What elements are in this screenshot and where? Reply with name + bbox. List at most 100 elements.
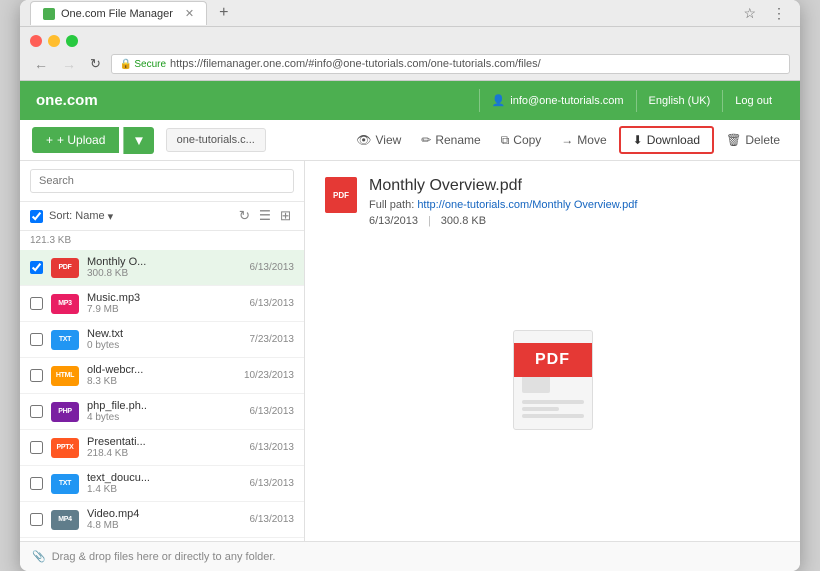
list-item[interactable]: PDF Monthly O... 300.8 KB 6/13/2013 [20, 250, 304, 286]
rename-button[interactable]: ✏ Rename [413, 128, 488, 152]
list-item[interactable]: MP3 Music.mp3 7.9 MB 6/13/2013 [20, 286, 304, 322]
list-item[interactable]: HTML old-webcr... 8.3 KB 10/23/2013 [20, 358, 304, 394]
upload-button[interactable]: + + Upload [32, 127, 119, 153]
file-date: 6/13/2013 [250, 478, 295, 489]
tab-favicon [43, 8, 55, 20]
detail-header: PDF Monthly Overview.pdf Full path: http… [325, 177, 780, 227]
copy-label: Copy [513, 133, 541, 147]
file-info: old-webcr... 8.3 KB [87, 364, 236, 387]
file-list: 121.3 KB PDF Monthly O... 300.8 KB 6/13/… [20, 231, 304, 541]
file-info: New.txt 0 bytes [87, 328, 242, 351]
file-checkbox[interactable] [30, 297, 43, 310]
bookmark-icon[interactable]: ☆ [739, 1, 760, 26]
back-button[interactable]: ← [30, 54, 52, 74]
header-logout[interactable]: Log out [722, 90, 784, 112]
detail-date: 6/13/2013 [369, 215, 418, 227]
select-all-checkbox[interactable] [30, 210, 43, 223]
file-type-badge: PHP [51, 402, 79, 422]
tab-close-button[interactable]: ✕ [185, 7, 194, 20]
delete-icon: 🗑 [726, 133, 741, 147]
list-item[interactable]: MP4 Video.mp4 4.8 MB 6/13/2013 [20, 502, 304, 538]
file-name: New.txt [87, 328, 242, 340]
file-name: Music.mp3 [87, 292, 242, 304]
file-checkbox[interactable] [30, 513, 43, 526]
search-bar [20, 161, 304, 202]
file-checkbox[interactable] [30, 405, 43, 418]
active-tab[interactable]: One.com File Manager ✕ [30, 1, 207, 25]
full-path-url[interactable]: http://one-tutorials.com/Monthly Overvie… [417, 199, 637, 211]
list-item[interactable]: PPTX Presentati... 218.4 KB 6/13/2013 [20, 430, 304, 466]
pdf-line-2 [522, 407, 559, 411]
view-label: View [375, 133, 401, 147]
refresh-button[interactable]: ↻ [86, 54, 105, 74]
detail-path: Full path: http://one-tutorials.com/Mont… [369, 199, 780, 211]
pdf-banner: PDF [514, 343, 592, 377]
maximize-traffic-light[interactable] [66, 35, 78, 47]
header-user[interactable]: 👤 info@one-tutorials.com [479, 89, 636, 112]
file-checkbox[interactable] [30, 441, 43, 454]
list-item[interactable]: TXT text_doucu... 1.4 KB 6/13/2013 [20, 466, 304, 502]
url-text: https://filemanager.one.com/#info@one-tu… [170, 58, 541, 70]
file-type-badge: MP3 [51, 294, 79, 314]
file-name: old-webcr... [87, 364, 236, 376]
app-logo: one.com [36, 92, 98, 109]
file-name: text_doucu... [87, 472, 242, 484]
download-label: Download [647, 133, 700, 147]
file-size: 1.4 KB [87, 484, 242, 495]
pdf-line-1 [522, 400, 584, 404]
view-button[interactable]: 👁 View [348, 128, 409, 152]
file-size: 7.9 MB [87, 304, 242, 315]
move-button[interactable]: → Move [553, 128, 614, 152]
pdf-paper: PDF [513, 330, 593, 430]
address-bar[interactable]: 🔒 Secure https://filemanager.one.com/#in… [111, 54, 790, 74]
download-icon: ⬇ [633, 133, 643, 147]
sort-label[interactable]: Sort: Name ▾ [49, 210, 230, 223]
file-checkbox[interactable] [30, 477, 43, 490]
full-path-label: Full path: [369, 199, 414, 211]
detail-pdf-label: PDF [333, 191, 349, 200]
list-view-button[interactable]: ☰ [256, 207, 274, 225]
file-checkbox[interactable] [30, 369, 43, 382]
file-checkbox[interactable] [30, 333, 43, 346]
refresh-list-button[interactable]: ↻ [236, 207, 253, 225]
upload-dropdown-button[interactable]: ▼ [123, 127, 153, 154]
browser-navbar: ← → ↻ 🔒 Secure https://filemanager.one.c… [20, 27, 800, 81]
file-name: Monthly O... [87, 256, 242, 268]
file-info: Music.mp3 7.9 MB [87, 292, 242, 315]
file-info: Presentati... 218.4 KB [87, 436, 242, 459]
pdf-preview: PDF [325, 235, 780, 525]
file-size: 300.8 KB [87, 268, 242, 279]
download-button[interactable]: ⬇ Download [619, 126, 714, 154]
file-type-badge: PPTX [51, 438, 79, 458]
header-language[interactable]: English (UK) [636, 90, 723, 112]
file-checkbox[interactable] [30, 261, 43, 274]
secure-badge: 🔒 Secure [120, 59, 166, 70]
file-size: 0 bytes [87, 340, 242, 351]
file-info: Monthly O... 300.8 KB [87, 256, 242, 279]
detail-panel: PDF Monthly Overview.pdf Full path: http… [305, 161, 800, 541]
copy-button[interactable]: ⧉ Copy [493, 128, 550, 153]
browser-toolbar-icons: ☆ ⋮ [739, 1, 790, 26]
file-size: 8.3 KB [87, 376, 236, 387]
forward-button[interactable]: → [58, 54, 80, 74]
list-item[interactable]: PHP php_file.ph.. 4 bytes 6/13/2013 [20, 394, 304, 430]
search-input[interactable] [30, 169, 294, 193]
list-item[interactable]: TXT New.txt 0 bytes 7/23/2013 [20, 322, 304, 358]
upload-label: + Upload [57, 133, 105, 147]
menu-icon[interactable]: ⋮ [768, 1, 790, 26]
view-icon: 👁 [356, 133, 371, 147]
app-header: one.com 👤 info@one-tutorials.com English… [20, 81, 800, 120]
user-email: info@one-tutorials.com [510, 95, 623, 107]
file-size: 218.4 KB [87, 448, 242, 459]
file-sidebar: Sort: Name ▾ ↻ ☰ ⊞ 121.3 KB PDF Monthly … [20, 161, 305, 541]
grid-view-button[interactable]: ⊞ [277, 207, 294, 225]
delete-button[interactable]: 🗑 Delete [718, 128, 788, 152]
file-date: 6/13/2013 [250, 442, 295, 453]
rename-icon: ✏ [421, 133, 431, 147]
close-traffic-light[interactable] [30, 35, 42, 47]
upload-icon: + [46, 133, 53, 147]
browser-window: One.com File Manager ✕ + ☆ ⋮ ← → ↻ 🔒 Sec… [20, 0, 800, 571]
minimize-traffic-light[interactable] [48, 35, 60, 47]
new-tab-button[interactable]: + [215, 0, 232, 26]
pdf-line-3 [522, 414, 584, 418]
